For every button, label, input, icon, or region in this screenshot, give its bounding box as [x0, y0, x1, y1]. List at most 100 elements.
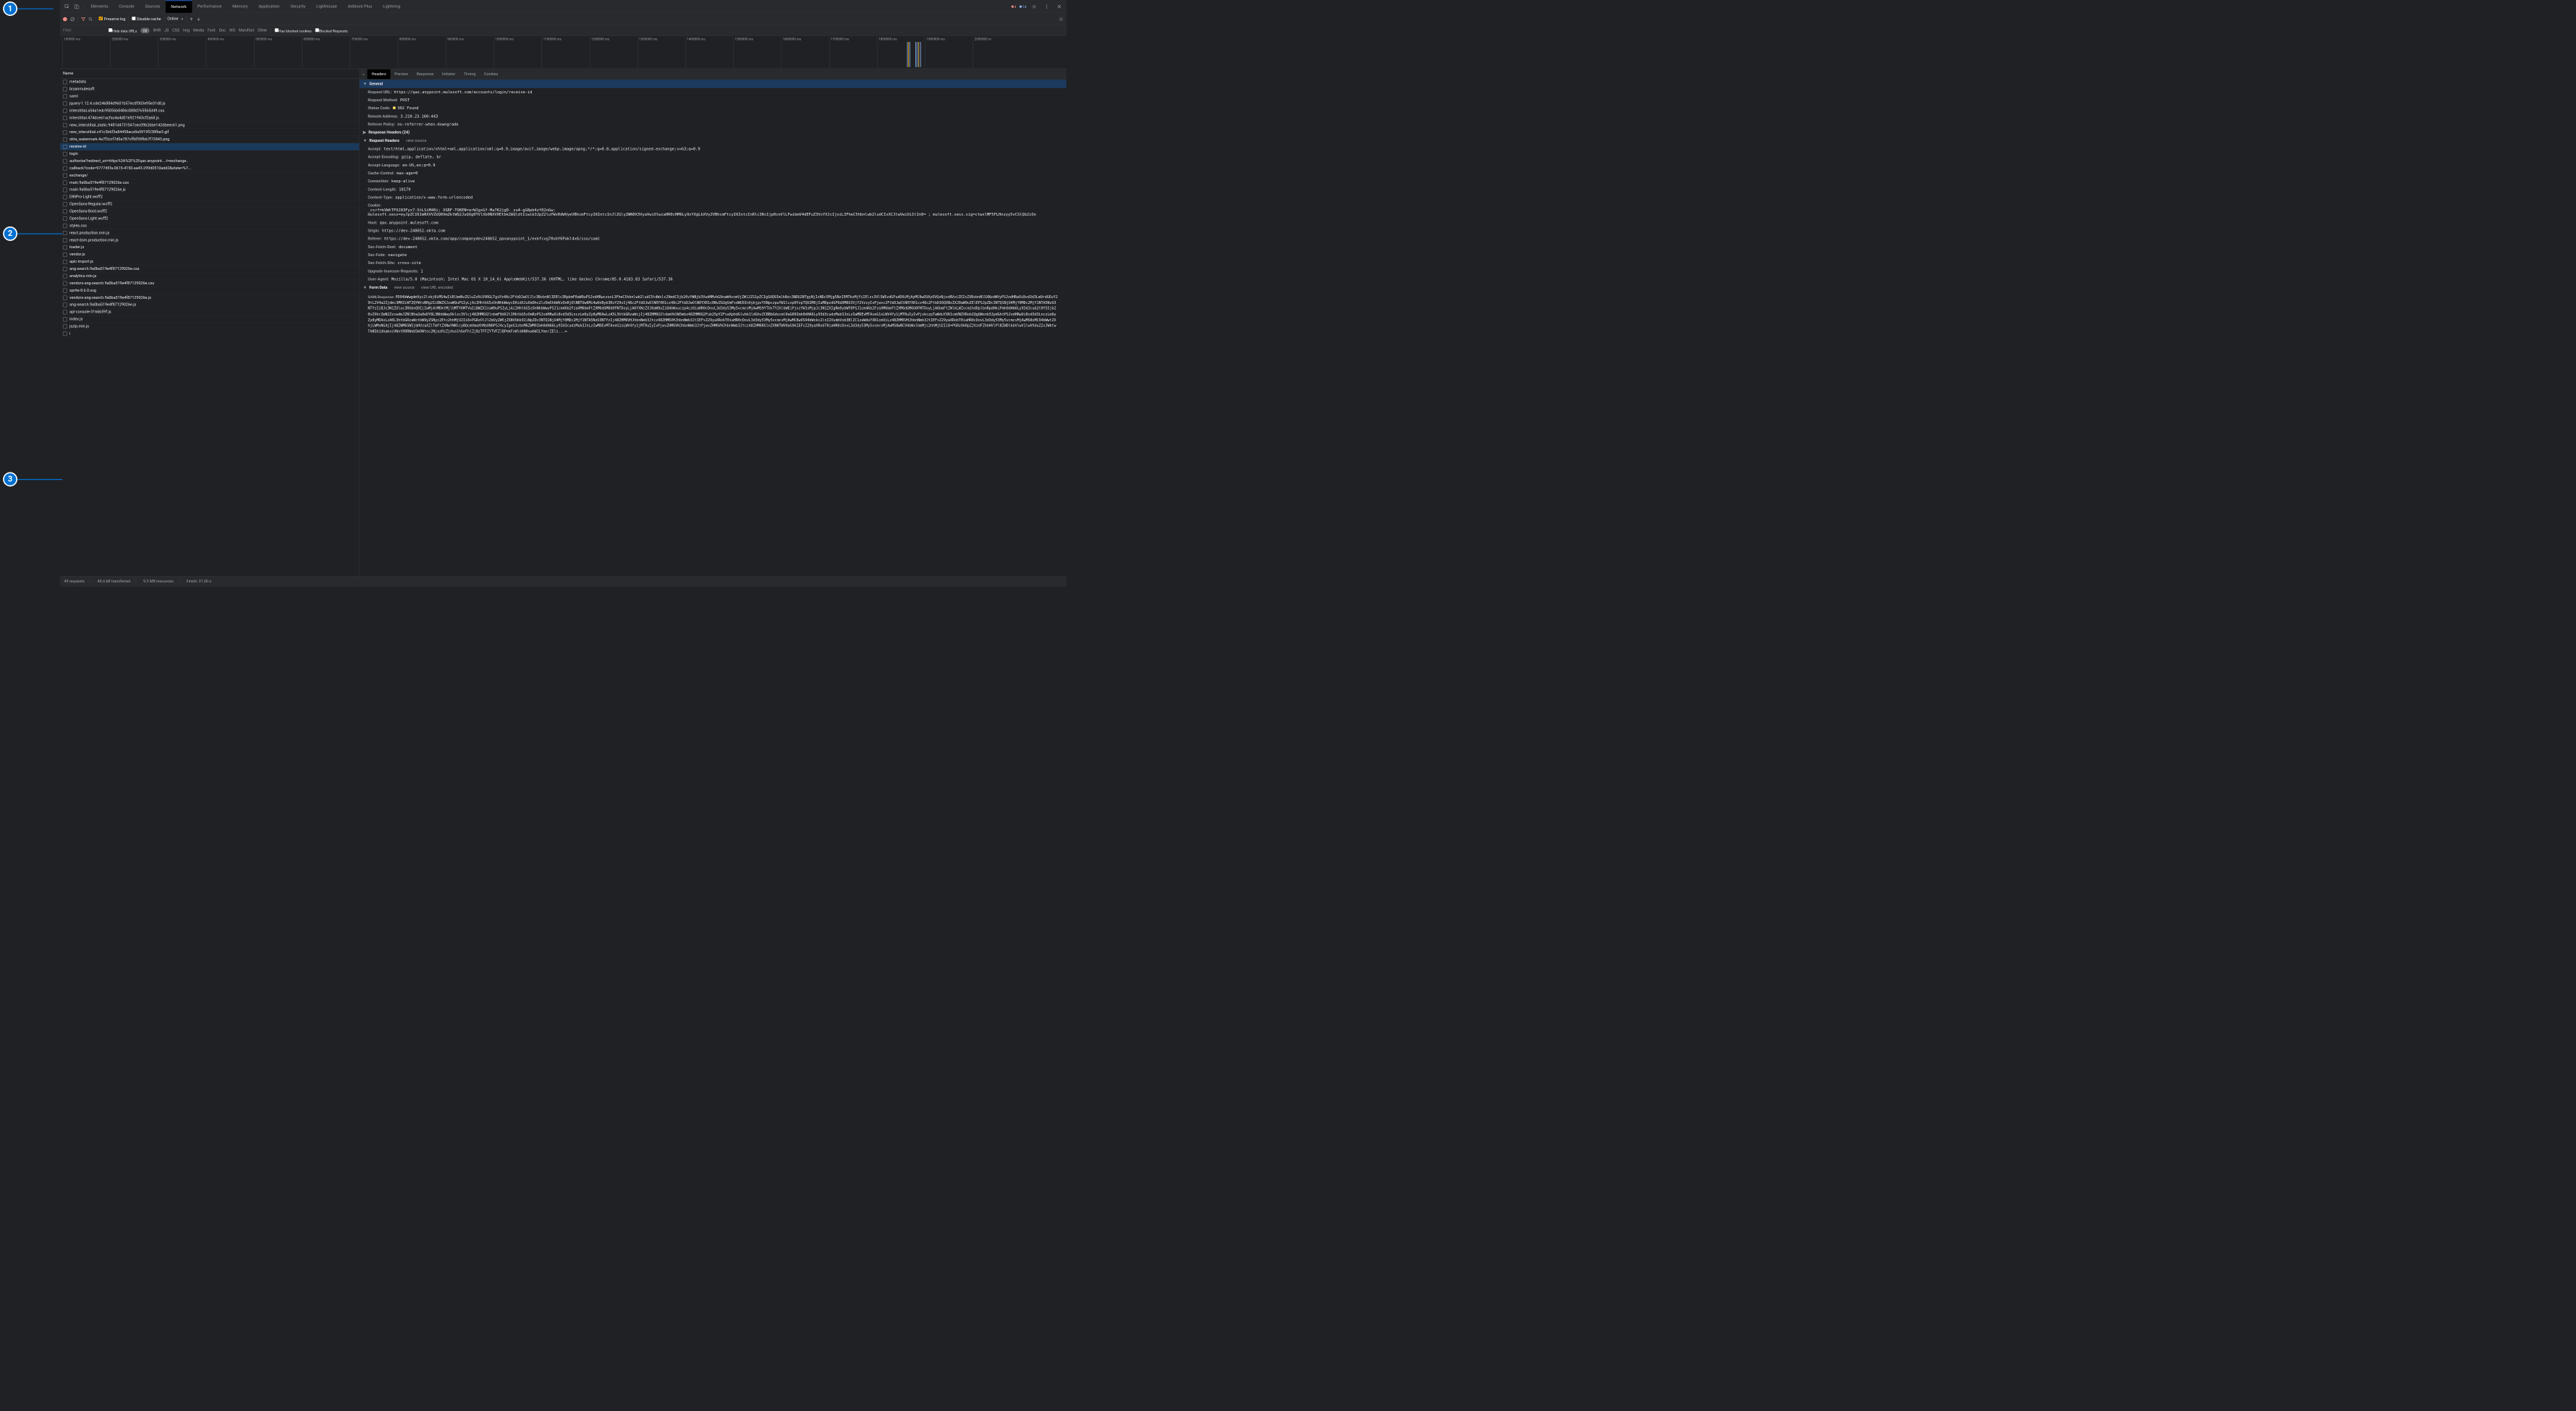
request-row[interactable]: jszip.min.js: [60, 323, 360, 330]
request-row[interactable]: main.9a0ba519e4f87129026e.css: [60, 179, 360, 187]
filter-type-ws[interactable]: WS: [229, 28, 235, 33]
request-row[interactable]: OpenSans-Bold.woff2: [60, 208, 360, 215]
request-row[interactable]: bryanmulesoft: [60, 85, 360, 93]
filter-input[interactable]: [63, 28, 105, 33]
request-row[interactable]: i: [60, 330, 360, 337]
request-row[interactable]: interstitial.a54a1edc95056b8486c088d7655…: [60, 107, 360, 114]
close-detail-icon[interactable]: ×: [360, 72, 368, 77]
request-row[interactable]: ang-search.9a0ba519e4f87129026e.css: [60, 266, 360, 273]
detail-tab-timing[interactable]: Timing: [459, 69, 480, 80]
has-blocked-cookies-checkbox[interactable]: Has blocked cookies: [275, 28, 312, 33]
detail-tab-preview[interactable]: Preview: [390, 69, 412, 80]
form-data-section-header[interactable]: ▼ Form Data view source view URL encoded: [360, 284, 1067, 292]
request-row[interactable]: receive-id: [60, 143, 360, 151]
detail-tab-response[interactable]: Response: [412, 69, 438, 80]
filter-type-doc[interactable]: Doc: [219, 28, 226, 33]
filter-type-js[interactable]: JS: [164, 28, 169, 33]
request-row[interactable]: styles.css: [60, 222, 360, 229]
tab-console[interactable]: Console: [114, 0, 140, 12]
response-headers-section-header[interactable]: ▶ Response Headers (24): [360, 129, 1067, 137]
detail-tab-headers[interactable]: Headers: [368, 69, 391, 80]
blocked-requests-checkbox[interactable]: Blocked Requests: [315, 28, 348, 33]
request-row[interactable]: react.production.min.js: [60, 229, 360, 237]
tab-application[interactable]: Application: [253, 0, 285, 12]
request-row[interactable]: okta_watermark.4a7f2ccf7d0a787cff6f59fb6…: [60, 136, 360, 143]
tab-lightning[interactable]: Lightning: [378, 0, 406, 12]
view-source-link[interactable]: view source: [394, 285, 415, 289]
request-row[interactable]: vendors-ang-search.9a0ba519e4f87129026e.…: [60, 280, 360, 287]
request-row[interactable]: vendors-ang-search.9a0ba519e4f87129026e.…: [60, 295, 360, 302]
request-row[interactable]: OpenSans-Light.woff2: [60, 215, 360, 222]
request-row[interactable]: login: [60, 151, 360, 158]
request-row[interactable]: metadata: [60, 78, 360, 85]
upload-har-icon[interactable]: [190, 17, 194, 21]
filter-type-other[interactable]: Other: [258, 28, 267, 33]
tab-adblock-plus[interactable]: Adblock Plus: [342, 0, 378, 12]
tab-elements[interactable]: Elements: [85, 0, 114, 12]
error-badge[interactable]: 4: [1012, 4, 1017, 9]
request-row[interactable]: jquery-1.12.4.cde246884d9601b57ecdf303e9…: [60, 100, 360, 107]
filter-type-img[interactable]: Img: [183, 28, 190, 33]
tab-security[interactable]: Security: [285, 0, 311, 12]
request-row[interactable]: callback?code=977745fa-0615-4150-aa43-29…: [60, 165, 360, 172]
tab-lighthouse[interactable]: Lighthouse: [311, 0, 343, 12]
inspect-element-icon[interactable]: [62, 1, 72, 11]
general-section-header[interactable]: ▼ General: [360, 80, 1067, 88]
tab-memory[interactable]: Memory: [227, 0, 253, 12]
request-row[interactable]: api-console-3166b59f.js: [60, 308, 360, 315]
filter-all-pill[interactable]: All: [140, 27, 149, 33]
view-source-link[interactable]: view source: [406, 138, 426, 143]
request-row[interactable]: saml: [60, 93, 360, 100]
header-kv: Connection:keep-alive: [360, 177, 1067, 185]
disable-cache-checkbox[interactable]: Disable cache: [132, 17, 161, 22]
filter-type-css[interactable]: CSS: [172, 28, 179, 33]
request-row[interactable]: exchange/: [60, 172, 360, 179]
filter-type-xhr[interactable]: XHR: [153, 28, 161, 33]
clear-button[interactable]: [70, 17, 75, 22]
filter-type-media[interactable]: Media: [193, 28, 204, 33]
filter-type-manifest[interactable]: Manifest: [239, 28, 254, 33]
request-row[interactable]: new_interstitial.c41c3b6f3a84458aca9a591…: [60, 129, 360, 136]
more-menu-icon[interactable]: [1042, 1, 1051, 11]
request-row[interactable]: authorize?redirect_uri=https%3A%2F%2Fqax…: [60, 158, 360, 165]
filter-toggle-icon[interactable]: [81, 17, 85, 21]
request-row[interactable]: apic-import.js: [60, 258, 360, 266]
preserve-log-checkbox[interactable]: Preserve log: [99, 17, 126, 22]
view-url-encoded-link[interactable]: view URL encoded: [421, 285, 453, 289]
warning-count: 14: [1022, 4, 1027, 9]
request-row[interactable]: index.js: [60, 315, 360, 323]
warning-badge[interactable]: 14: [1020, 4, 1027, 9]
chevron-down-icon[interactable]: ▾: [181, 17, 182, 21]
tab-sources[interactable]: Sources: [140, 0, 166, 12]
name-column-header[interactable]: Name: [60, 69, 360, 78]
throttle-select[interactable]: Online: [167, 17, 178, 21]
search-icon[interactable]: [88, 17, 93, 21]
request-row[interactable]: ang-search.9a0ba519e4f87129026e.js: [60, 301, 360, 308]
request-headers-section-header[interactable]: ▼ Request Headers view source: [360, 137, 1067, 145]
request-row[interactable]: interstitial.474dce61acfac4a4d016921943c…: [60, 114, 360, 122]
detail-tab-cookies[interactable]: Cookies: [480, 69, 502, 80]
request-row[interactable]: react-dom.production.min.js: [60, 237, 360, 244]
network-timeline[interactable]: 100000 ms200000 ms300000 ms400000 ms5000…: [60, 36, 1067, 69]
request-row[interactable]: vendor.js: [60, 251, 360, 258]
request-row[interactable]: OpenSans-Regular.woff2: [60, 200, 360, 208]
request-row[interactable]: analytics.min.js: [60, 273, 360, 280]
device-toggle-icon[interactable]: [72, 1, 81, 11]
tab-network[interactable]: Network: [166, 0, 192, 12]
hide-data-urls-checkbox[interactable]: Hide data URLs: [109, 28, 137, 33]
filter-type-font[interactable]: Font: [208, 28, 216, 33]
request-name: main.9a0ba519e4f87129026e.js: [69, 187, 126, 192]
request-row[interactable]: new_interstitial_static.9481d4731547cec0…: [60, 122, 360, 129]
detail-tab-initiator[interactable]: Initiator: [438, 69, 459, 80]
settings-gear-icon[interactable]: [1030, 1, 1039, 11]
record-button[interactable]: [63, 17, 67, 21]
download-har-icon[interactable]: [197, 17, 201, 21]
tab-performance[interactable]: Performance: [192, 0, 226, 12]
close-devtools-icon[interactable]: [1054, 1, 1064, 11]
request-row[interactable]: main.9a0ba519e4f87129026e.js: [60, 187, 360, 194]
network-settings-icon[interactable]: [1059, 17, 1064, 22]
header-key: Sec-Fetch-Site:: [368, 261, 395, 266]
request-row[interactable]: loader.js: [60, 244, 360, 251]
request-row[interactable]: DINPro-Light.woff2: [60, 193, 360, 200]
request-row[interactable]: sprite-8.6.0.svg: [60, 287, 360, 295]
